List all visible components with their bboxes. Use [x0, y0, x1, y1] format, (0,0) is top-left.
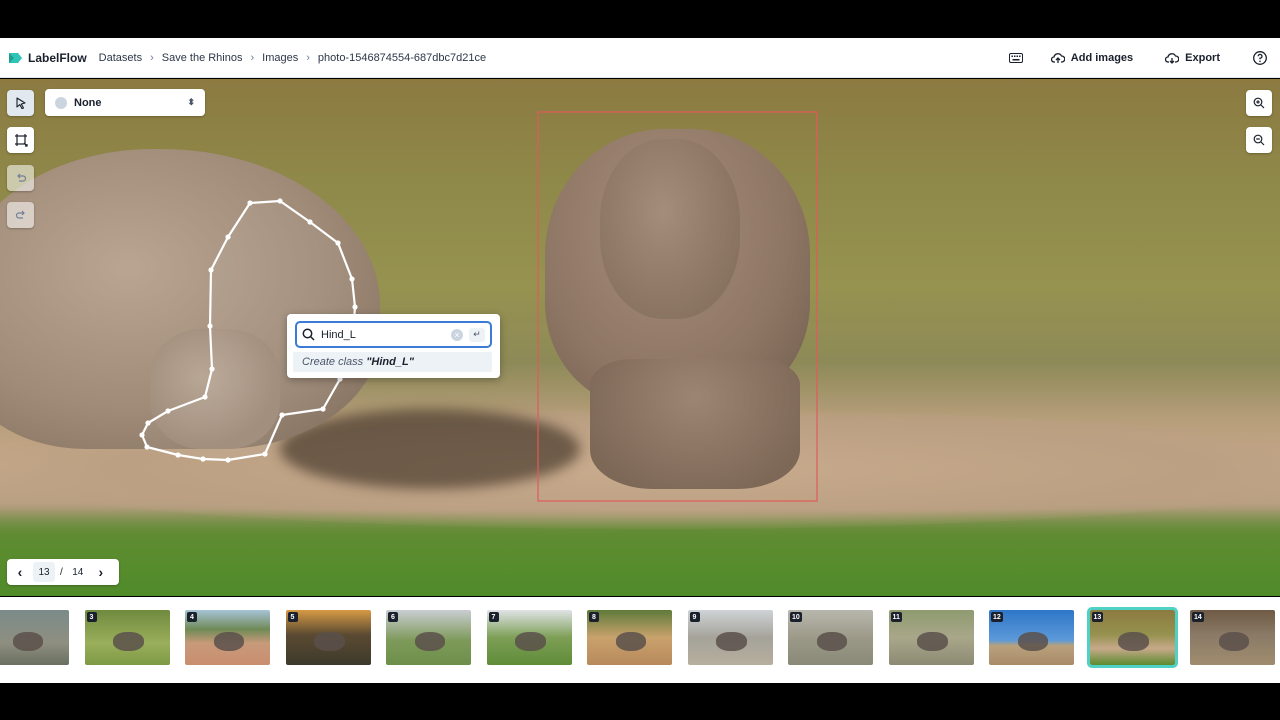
cloud-upload-icon: [1050, 52, 1065, 63]
select-tool[interactable]: [7, 90, 34, 116]
breadcrumb-dataset-name[interactable]: Save the Rhinos: [162, 52, 243, 64]
search-icon: [302, 328, 315, 341]
thumbnail-subject: [1017, 632, 1049, 651]
thumbnail-number-badge: 7: [488, 612, 499, 622]
thumbnail-subject: [213, 632, 245, 651]
previous-image-button[interactable]: ‹: [7, 559, 33, 585]
cloud-download-icon: [1165, 52, 1180, 64]
thumbnail-9[interactable]: 9: [687, 610, 773, 665]
breadcrumb-images[interactable]: Images: [262, 52, 298, 64]
thumbnail-gallery: 3 4 5 6 7 8 9 10 11 12 13 14: [0, 597, 1280, 683]
thumbnail-number-badge: 8: [589, 612, 599, 622]
letterbox-bottom: [0, 683, 1280, 720]
class-color-dot: [55, 96, 67, 109]
create-class-name: "Hind_L": [366, 356, 414, 368]
thumbnail-number-badge: 6: [388, 612, 398, 622]
bounding-box-tool[interactable]: [7, 127, 34, 153]
bounding-box-annotation[interactable]: [537, 111, 818, 502]
labelflow-logo-icon: [9, 52, 22, 63]
class-search-popover: × ↵ Create class "Hind_L": [287, 314, 500, 378]
thumbnail-subject: [615, 632, 647, 651]
enter-key-icon: ↵: [469, 327, 485, 342]
create-class-prefix: Create class: [302, 356, 367, 368]
breadcrumb-separator-icon: ›: [306, 51, 310, 64]
redo-icon: [15, 210, 25, 219]
image-pagination: ‹ 13 / 14 ›: [7, 559, 119, 585]
thumbnail-subject: [1218, 632, 1250, 651]
thumbnail-subject: [113, 632, 144, 651]
zoom-in-icon: [1253, 97, 1265, 109]
breadcrumb: Datasets › Save the Rhinos › Images › ph…: [99, 52, 486, 64]
thumbnail-subject: [12, 632, 44, 651]
class-search-field[interactable]: × ↵: [295, 321, 492, 348]
class-selection-value: None: [74, 96, 102, 109]
thumbnail-14[interactable]: 14: [1190, 610, 1275, 665]
breadcrumb-separator-icon: ›: [250, 51, 255, 64]
thumbnail-11[interactable]: 11: [888, 610, 974, 665]
thumbnail-6[interactable]: 6: [386, 610, 471, 665]
class-selection-dropdown[interactable]: None ⬍: [45, 89, 205, 116]
redo-button[interactable]: [7, 202, 34, 228]
thumbnail-number-badge: 9: [689, 612, 700, 622]
keyboard-icon: [1008, 52, 1023, 63]
add-images-button[interactable]: Add images: [1050, 51, 1134, 64]
class-search-input[interactable]: [321, 328, 441, 341]
help-circle-icon[interactable]: [1252, 50, 1268, 66]
undo-icon: [16, 173, 26, 182]
image-canvas[interactable]: None ⬍ × ↵ Create class "Hind_L" ‹ 13: [0, 79, 1280, 596]
thumbnail-subject: [1118, 632, 1149, 651]
app-name: LabelFlow: [28, 50, 87, 65]
thumbnail-7[interactable]: 7: [486, 610, 572, 665]
undo-button[interactable]: [7, 165, 34, 191]
thumbnail-number-badge: 12: [991, 612, 1003, 622]
export-button[interactable]: Export: [1165, 52, 1220, 64]
app-logo[interactable]: LabelFlow: [7, 50, 87, 66]
thumbnail-12[interactable]: 12: [989, 610, 1074, 665]
app-header: LabelFlow Datasets › Save the Rhinos › I…: [0, 38, 1280, 78]
add-images-label: Add images: [1070, 51, 1134, 64]
breadcrumb-separator-icon: ›: [150, 51, 154, 64]
thumbnail-number-badge: 5: [287, 612, 298, 622]
thumbnail-subject: [515, 632, 546, 651]
thumbnail-number-badge: 13: [1091, 612, 1104, 622]
export-label: Export: [1185, 51, 1220, 64]
keyboard-shortcuts-button[interactable]: [1003, 45, 1029, 71]
thumbnail-number-badge: 10: [790, 612, 802, 622]
bounding-box-icon: [14, 134, 28, 147]
thumbnail-5[interactable]: 5: [285, 610, 371, 665]
thumbnail-partial[interactable]: [0, 610, 69, 665]
thumbnail-4[interactable]: 4: [185, 610, 270, 665]
total-pages: 14: [72, 566, 84, 578]
thumbnail-number-badge: 4: [187, 612, 197, 622]
breadcrumb-image-name: photo-1546874554-687dbc7d21ce: [317, 51, 487, 64]
thumbnail-subject: [716, 632, 747, 651]
thumbnail-subject: [414, 632, 446, 651]
clear-input-icon[interactable]: ×: [451, 328, 463, 341]
current-page-input[interactable]: 13: [33, 562, 55, 582]
annotation-layer: [139, 111, 818, 502]
thumbnail-subject: [816, 632, 848, 651]
cursor-icon: [15, 97, 26, 109]
thumbnail-subject: [314, 632, 345, 651]
thumbnail-number-badge: 3: [86, 612, 97, 622]
chevron-up-down-icon: ⬍: [187, 97, 195, 107]
thumbnail-number-badge: 14: [1192, 612, 1204, 622]
thumbnail-number-badge: 11: [890, 612, 902, 622]
thumbnail-8[interactable]: 8: [587, 610, 672, 665]
next-image-button[interactable]: ›: [88, 559, 114, 585]
thumbnail-13[interactable]: 13: [1086, 607, 1178, 668]
page-separator: /: [60, 566, 63, 578]
thumbnail-subject: [917, 632, 948, 651]
thumbnail-10[interactable]: 10: [788, 610, 873, 665]
zoom-out-icon: [1253, 134, 1265, 146]
thumbnail-3[interactable]: 3: [84, 610, 170, 665]
create-class-option[interactable]: Create class "Hind_L": [293, 352, 492, 372]
breadcrumb-datasets[interactable]: Datasets: [99, 52, 142, 64]
zoom-in-button[interactable]: [1246, 90, 1272, 116]
zoom-out-button[interactable]: [1246, 127, 1272, 153]
letterbox-top: [0, 0, 1280, 38]
